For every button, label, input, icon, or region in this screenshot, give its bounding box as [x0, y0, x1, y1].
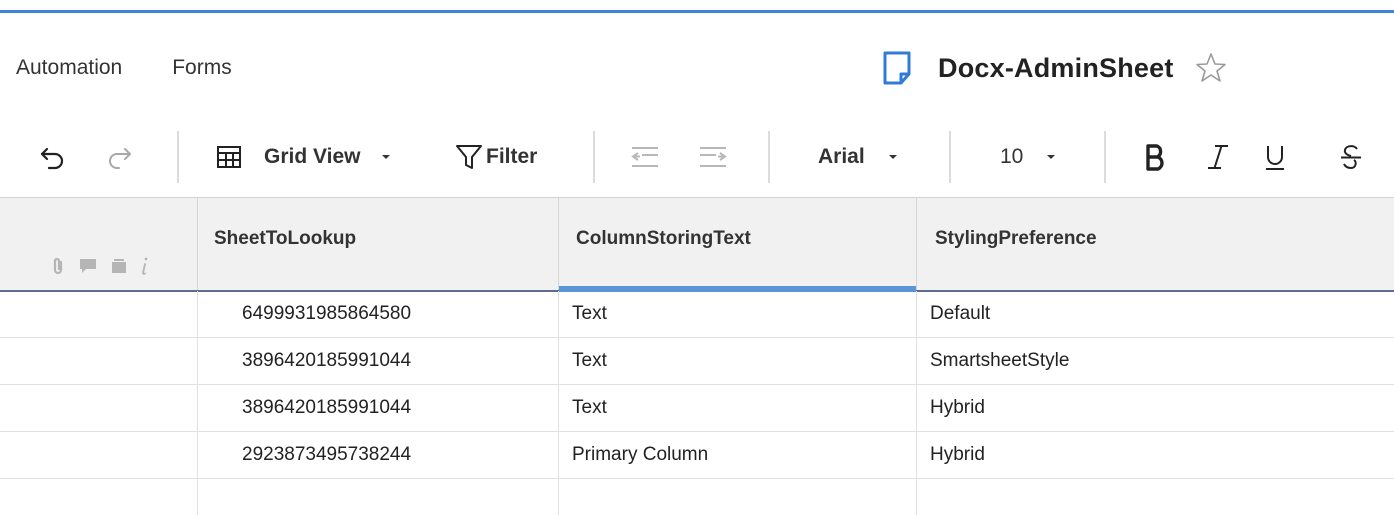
- cell-stylingpreference[interactable]: Hybrid: [917, 432, 1394, 478]
- row-info-cell[interactable]: [0, 432, 198, 478]
- font-size-select[interactable]: 10: [1000, 134, 1057, 180]
- cell-columnstoringtext[interactable]: Primary Column: [559, 432, 917, 478]
- row-info-header: [0, 198, 198, 292]
- indent-icon: [700, 147, 727, 167]
- row-info-cell[interactable]: [0, 385, 198, 431]
- italic-icon: [1208, 145, 1228, 169]
- outdent-button[interactable]: [630, 134, 660, 180]
- strikethrough-button[interactable]: [1340, 134, 1362, 180]
- cell-sheettolookup[interactable]: [198, 479, 559, 515]
- table-row[interactable]: 3896420185991044 Text SmartsheetStyle: [0, 338, 1394, 385]
- column-header-sheettolookup[interactable]: SheetToLookup: [198, 198, 559, 292]
- cell-columnstoringtext[interactable]: [559, 479, 917, 515]
- comment-icon: [80, 259, 96, 273]
- redo-icon: [109, 148, 131, 169]
- cell-stylingpreference[interactable]: SmartsheetStyle: [917, 338, 1394, 384]
- favorite-star-icon[interactable]: [1194, 51, 1228, 85]
- grid-view-icon: [217, 146, 241, 168]
- chevron-down-icon: [382, 155, 391, 159]
- cell-columnstoringtext[interactable]: Text: [559, 385, 917, 431]
- cell-stylingpreference[interactable]: [917, 479, 1394, 515]
- top-menu: Automation Forms: [16, 56, 232, 80]
- font-family-select[interactable]: Arial: [818, 134, 899, 180]
- cell-sheettolookup[interactable]: 3896420185991044: [198, 338, 559, 384]
- toolbar-divider: [768, 131, 770, 183]
- undo-icon: [40, 147, 64, 170]
- toolbar-divider: [593, 131, 595, 183]
- italic-button[interactable]: [1206, 134, 1230, 180]
- column-header-columnstoringtext[interactable]: ColumnStoringText: [559, 198, 917, 292]
- chevron-down-icon: [1047, 155, 1056, 159]
- cell-stylingpreference[interactable]: Hybrid: [917, 385, 1394, 431]
- toolbar-divider: [177, 131, 179, 183]
- cell-sheettolookup[interactable]: 6499931985864580: [198, 291, 559, 337]
- table-row[interactable]: 6499931985864580 Text Default: [0, 291, 1394, 338]
- toolbar-divider: [949, 131, 951, 183]
- cell-sheettolookup[interactable]: 3896420185991044: [198, 385, 559, 431]
- outdent-icon: [631, 147, 658, 167]
- cell-stylingpreference[interactable]: Default: [917, 291, 1394, 337]
- document-title-area: Docx-AdminSheet: [882, 50, 1228, 86]
- toolbar-divider: [1104, 131, 1106, 183]
- cell-columnstoringtext[interactable]: Text: [559, 291, 917, 337]
- grid-header: SheetToLookup ColumnStoringText StylingP…: [0, 197, 1394, 292]
- view-selector[interactable]: Grid View: [216, 134, 392, 180]
- attachment-icon: [53, 257, 63, 275]
- row-info-cell[interactable]: [0, 338, 198, 384]
- row-info-cell[interactable]: [0, 291, 198, 337]
- redo-button[interactable]: [106, 134, 134, 180]
- undo-button[interactable]: [38, 134, 66, 180]
- bold-button[interactable]: [1144, 134, 1168, 180]
- menu-automation[interactable]: Automation: [16, 56, 122, 80]
- top-accent-line: [0, 10, 1394, 13]
- bold-icon: [1146, 144, 1164, 171]
- info-icon: [142, 257, 148, 275]
- underline-button[interactable]: [1264, 134, 1286, 180]
- menu-forms[interactable]: Forms: [172, 56, 232, 80]
- chevron-down-icon: [888, 155, 897, 159]
- table-row[interactable]: 2923873495738244 Primary Column Hybrid: [0, 432, 1394, 479]
- column-header-label: ColumnStoringText: [576, 228, 751, 249]
- sheet-grid: SheetToLookup ColumnStoringText StylingP…: [0, 197, 1394, 515]
- column-header-label: SheetToLookup: [214, 228, 357, 249]
- sheet-file-icon: [883, 51, 911, 85]
- filter-button[interactable]: Filter: [454, 134, 537, 180]
- table-row[interactable]: 3896420185991044 Text Hybrid: [0, 385, 1394, 432]
- cell-columnstoringtext[interactable]: Text: [559, 338, 917, 384]
- document-title: Docx-AdminSheet: [938, 52, 1174, 83]
- filter-icon: [456, 145, 482, 169]
- cell-sheettolookup[interactable]: 2923873495738244: [198, 432, 559, 478]
- table-row[interactable]: [0, 479, 1394, 515]
- column-header-label: StylingPreference: [935, 228, 1097, 249]
- proof-icon: [112, 259, 126, 273]
- underline-icon: [1266, 146, 1284, 170]
- font-family-value: Arial: [818, 145, 865, 168]
- toolbar: Grid View Filter Arial 10: [0, 134, 1394, 180]
- column-header-stylingpreference[interactable]: StylingPreference: [917, 198, 1394, 292]
- row-icon-group: [50, 256, 150, 276]
- indent-button[interactable]: [698, 134, 728, 180]
- font-size-value: 10: [1000, 145, 1024, 168]
- strikethrough-icon: [1341, 145, 1361, 170]
- view-label: Grid View: [264, 145, 361, 168]
- filter-label: Filter: [486, 145, 538, 168]
- row-info-cell[interactable]: [0, 479, 198, 515]
